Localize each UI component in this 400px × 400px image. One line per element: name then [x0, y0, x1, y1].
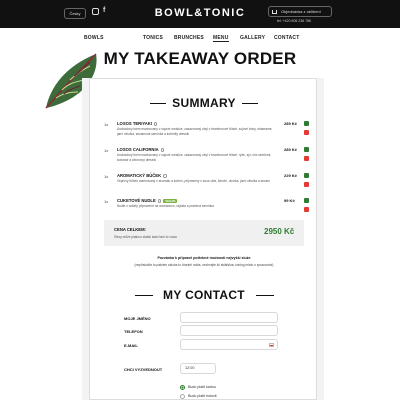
- nav-item-bowls[interactable]: BOWLS: [84, 35, 104, 41]
- total-label: CENA CELKEM:: [114, 227, 146, 232]
- delete-icon[interactable]: [304, 182, 309, 187]
- item-price: 289 Kč: [284, 121, 297, 126]
- item-quantity: 1x: [104, 148, 109, 153]
- pickup-time-value: 12:00: [185, 366, 195, 370]
- name-field[interactable]: [180, 312, 278, 323]
- item-name-text: AROMATICKÝ BŮČEK: [117, 173, 162, 178]
- page-title: MY TAKEAWAY ORDER: [103, 49, 297, 68]
- background-strip: [82, 78, 89, 400]
- vegan-badge: VEGAN: [163, 198, 178, 203]
- phone-number[interactable]: tel: +420 605 236 786: [277, 19, 311, 23]
- nav-item-contact[interactable]: CONTACT: [274, 35, 299, 41]
- top-bar: Česky f BOWL&TONIC Objednávka z oblíbeni…: [0, 0, 400, 28]
- phone-field[interactable]: [180, 325, 278, 336]
- item-name: LOSOS TERIYAKI: [117, 121, 158, 126]
- order-card: SUMMARY 1x LOSOS TERIYAKI Avokádový krém…: [89, 78, 317, 400]
- total-box: CENA CELKEM: Slevy může platnou slabší s…: [104, 220, 304, 246]
- add-icon[interactable]: [304, 198, 309, 203]
- summary-title: SUMMARY: [172, 96, 236, 110]
- total-note: Slevy může platnou slabší stačí tam to v…: [114, 235, 178, 239]
- info-icon[interactable]: [163, 174, 167, 178]
- item-name: AROMATICKÝ BŮČEK: [117, 173, 167, 178]
- item-name: CUKETOVÉ NUDLE VEGAN: [117, 198, 178, 203]
- item-name-text: CUKETOVÉ NUDLE: [117, 198, 156, 203]
- basket-button[interactable]: Objednávka z oblíbeni: [268, 6, 332, 17]
- background-strip: [317, 78, 324, 400]
- flag-icon: [269, 343, 274, 347]
- radio-label: Budu platit kartou: [188, 385, 216, 389]
- pickup-label: CHCI VYZVEDNOUT: [124, 367, 163, 372]
- item-price: 99 Kč: [284, 198, 295, 203]
- phone-label: TELEFON: [124, 329, 143, 334]
- add-icon[interactable]: [304, 173, 309, 178]
- delete-icon[interactable]: [304, 130, 309, 135]
- item-quantity: 1x: [104, 199, 109, 204]
- item-quantity: 1x: [104, 122, 109, 127]
- main-nav: BOWLS TONICS BRUNCHES MENU GALLERY CONTA…: [0, 35, 400, 45]
- delete-icon[interactable]: [304, 156, 309, 161]
- pickup-time-select[interactable]: 12:00: [180, 363, 216, 374]
- nav-item-tonics[interactable]: TONICS: [143, 35, 163, 41]
- info-icon[interactable]: [160, 148, 165, 152]
- email-field[interactable]: [180, 339, 278, 350]
- item-name: LOSOS CALIFORNIA: [117, 147, 165, 152]
- nav-item-menu[interactable]: MENU: [213, 35, 229, 42]
- info-icon[interactable]: [157, 199, 162, 203]
- total-value: 2950 Kč: [264, 227, 295, 236]
- item-quantity: 1x: [104, 174, 109, 179]
- radio-label: Budu platit hotově: [188, 394, 217, 398]
- radio-checked-icon[interactable]: [180, 385, 185, 390]
- order-notice: Pozvánka k připravě potřebné možnosti ne…: [157, 256, 251, 260]
- basket-label: Objednávka z oblíbeni: [281, 9, 321, 14]
- email-label: E-MAIL: [124, 343, 138, 348]
- item-price: 289 Kč: [284, 147, 297, 152]
- name-label: MOJE JMÉNO: [124, 316, 151, 321]
- logo[interactable]: BOWL&TONIC: [0, 7, 400, 19]
- order-notice-detail: (nepříslušíte to pakrém záloha to číseln…: [134, 263, 274, 267]
- item-price: 229 Kč: [284, 173, 297, 178]
- item-name-text: LOSOS TERIYAKI: [117, 121, 152, 126]
- delete-icon[interactable]: [304, 207, 309, 212]
- nav-item-gallery[interactable]: GALLERY: [240, 35, 265, 41]
- divider: [242, 103, 258, 104]
- item-description: Nudle z cukety připravené na avokádovo, …: [117, 204, 214, 208]
- radio-unchecked-icon[interactable]: [180, 394, 185, 399]
- item-description: Vepřový bůček marinovaný v aromatu a koř…: [117, 179, 271, 183]
- divider: [256, 295, 274, 296]
- item-description: Avokádový krém marinovaný v sojové omáčc…: [117, 127, 273, 136]
- basket-icon: [272, 9, 277, 14]
- nav-item-brunches[interactable]: BRUNCHES: [174, 35, 204, 41]
- add-icon[interactable]: [304, 121, 309, 126]
- contact-title: MY CONTACT: [163, 288, 245, 302]
- item-description: Avokádový krém marinovaný v sojové omáčc…: [117, 153, 272, 162]
- add-icon[interactable]: [304, 147, 309, 152]
- item-name-text: LOSOS CALIFORNIA: [117, 147, 159, 152]
- info-icon[interactable]: [153, 122, 158, 126]
